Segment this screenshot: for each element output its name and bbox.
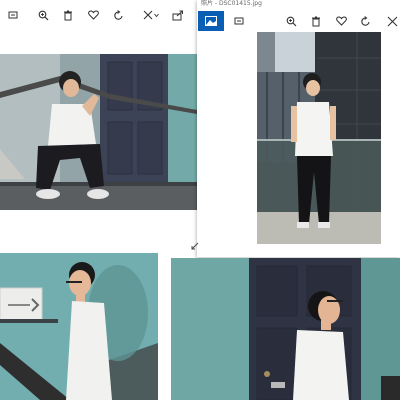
- edit-icon[interactable]: [385, 14, 399, 28]
- heart-icon[interactable]: [334, 14, 348, 28]
- photo-boy-profile-teal-wall[interactable]: [0, 253, 158, 400]
- desktop-screen: 照片 - DSC01415.jpg: [0, 0, 400, 400]
- slideshow-icon[interactable]: [232, 14, 246, 28]
- share-icon[interactable]: [171, 8, 185, 22]
- photos-toolbar: [197, 10, 400, 32]
- photo-boy-by-dark-door[interactable]: [171, 258, 400, 400]
- photos-home-icon[interactable]: [198, 11, 224, 31]
- rotate-icon[interactable]: [111, 8, 125, 22]
- delete-icon[interactable]: [61, 8, 75, 22]
- viewer-toolbar: [0, 6, 200, 26]
- rotate-icon[interactable]: [358, 14, 372, 28]
- photos-app-window-right: 照片 - DSC01415.jpg: [197, 0, 400, 257]
- edit-icon[interactable]: [142, 8, 160, 22]
- photo-boy-sitting-on-stairs[interactable]: [0, 54, 197, 210]
- zoom-icon[interactable]: [284, 14, 298, 28]
- delete-icon[interactable]: [309, 14, 323, 28]
- resize-arrow-icon: [191, 235, 199, 250]
- photo-boy-standing-modern-building[interactable]: [257, 32, 381, 244]
- zoom-icon[interactable]: [36, 8, 50, 22]
- heart-icon[interactable]: [86, 8, 100, 22]
- window-title: 照片 - DSC01415.jpg: [197, 0, 400, 8]
- slideshow-icon[interactable]: [6, 8, 20, 22]
- photo-viewer-window-left: [0, 0, 200, 245]
